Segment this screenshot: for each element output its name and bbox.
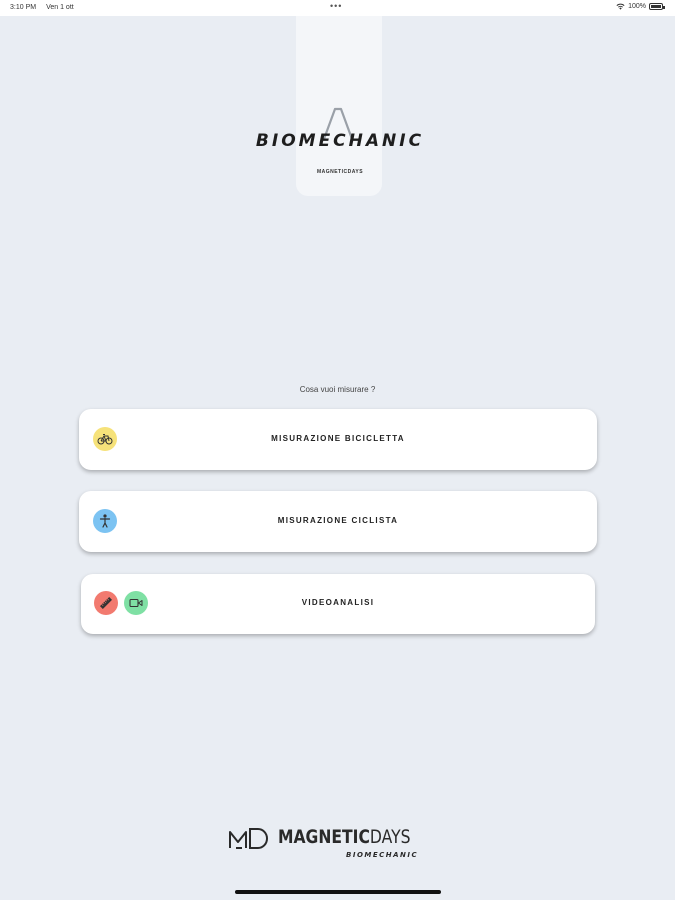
battery-icon: [649, 3, 665, 10]
status-date: Ven 1 ott: [46, 4, 74, 11]
wifi-icon: [616, 3, 625, 10]
app-logo-subtitle: MAGNETICDAYS: [316, 169, 364, 175]
footer-brand-subtitle: BIOMECHANIC: [346, 851, 419, 859]
home-indicator[interactable]: [235, 890, 441, 894]
status-bar: 3:10 PM Ven 1 ott ••• 100%: [0, 0, 675, 16]
app-logo-title: BIOMECHANIC: [255, 131, 425, 151]
status-time: 3:10 PM: [10, 4, 37, 11]
magneticdays-logo-mark-icon: [229, 828, 268, 849]
multitasking-dots[interactable]: •••: [330, 1, 342, 11]
footer-brand-main: MAGNETIC: [278, 826, 370, 848]
cyclist-measurement-button[interactable]: MISURAZIONE CICLISTA: [79, 491, 597, 552]
footer-brand-name: MAGNETICDAYS: [278, 826, 410, 848]
battery-percent: 100%: [628, 3, 646, 10]
video-analysis-label: VIDEOANALISI: [301, 598, 375, 607]
footer-brand-days: DAYS: [369, 826, 411, 848]
bicycle-measurement-label: MISURAZIONE BICICLETTA: [271, 434, 405, 443]
status-left: 3:10 PM Ven 1 ott: [10, 4, 74, 11]
cyclist-measurement-label: MISURAZIONE CICLISTA: [277, 516, 399, 525]
measure-prompt: Cosa vuoi misurare ?: [299, 385, 376, 394]
video-analysis-button[interactable]: VIDEOANALISI: [81, 574, 595, 634]
status-right: 100%: [616, 3, 665, 10]
footer-brand-logo: MAGNETICDAYS BIOMECHANIC: [228, 826, 448, 864]
bicycle-measurement-button[interactable]: MISURAZIONE BICICLETTA: [79, 409, 597, 470]
